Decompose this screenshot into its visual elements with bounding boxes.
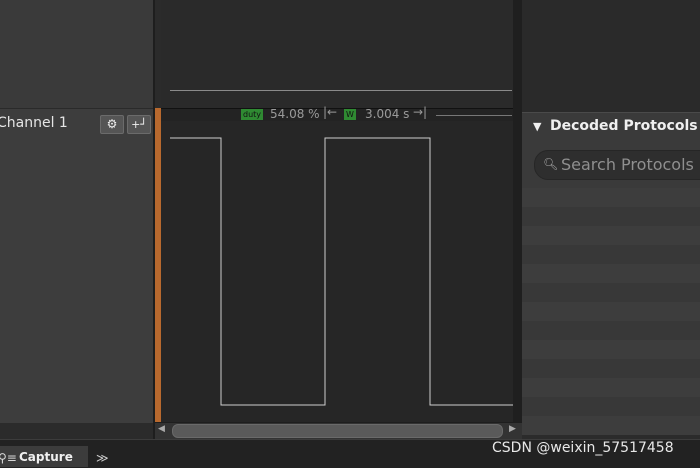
list-item[interactable]: [522, 397, 700, 416]
list-item[interactable]: [522, 340, 700, 359]
digital-waveform: [170, 137, 513, 406]
list-item[interactable]: [522, 226, 700, 245]
list-item[interactable]: [522, 416, 700, 435]
channel-label: Channel 1: [0, 115, 68, 131]
decoded-protocols-title: Decoded Protocols: [550, 118, 698, 134]
scroll-right-icon[interactable]: ▶: [509, 424, 516, 434]
list-item[interactable]: [522, 264, 700, 283]
duty-tag: duty: [241, 109, 264, 120]
list-item[interactable]: [522, 207, 700, 226]
list-item[interactable]: [522, 359, 700, 378]
right-panel-top: [522, 0, 700, 112]
timeline-line: [170, 90, 512, 91]
channel-row[interactable]: [0, 108, 155, 423]
width-tag: W: [344, 109, 356, 120]
gear-icon: ⚙: [106, 117, 118, 131]
width-value: 3.004 s: [365, 107, 410, 121]
scrollbar-thumb[interactable]: [172, 424, 503, 438]
channel-settings-button[interactable]: ⚙: [100, 115, 124, 134]
capture-icon: ⚲≡: [0, 451, 17, 465]
triangle-down-icon[interactable]: ▼: [533, 120, 541, 133]
right-divider: [513, 0, 522, 467]
left-divider: [153, 0, 155, 467]
list-item[interactable]: [522, 245, 700, 264]
watermark: CSDN @weixin_57517458: [492, 440, 674, 456]
search-protocols-input[interactable]: [561, 153, 700, 175]
timeline-area: [161, 0, 513, 108]
scroll-left-icon[interactable]: ◀: [158, 424, 165, 434]
list-item[interactable]: [522, 321, 700, 340]
measurement-line: [436, 115, 512, 116]
arrow-right-icon: →|: [413, 105, 428, 119]
arrow-left-icon: |←: [323, 105, 338, 119]
search-icon: 🔍︎: [543, 157, 559, 171]
waveform-plot: [170, 137, 513, 406]
list-item[interactable]: [522, 302, 700, 321]
list-item[interactable]: [522, 283, 700, 302]
channel-header-area: [0, 0, 155, 108]
trigger-icon: +┘: [131, 118, 147, 131]
protocol-list[interactable]: [522, 188, 700, 439]
duty-value: 54.08 %: [270, 107, 320, 121]
list-item[interactable]: [522, 378, 700, 397]
double-chevron-icon[interactable]: ≫: [96, 451, 109, 465]
list-item[interactable]: [522, 188, 700, 207]
tab-capture-label: Capture: [19, 450, 73, 464]
channel-trigger-button[interactable]: +┘: [127, 115, 151, 134]
